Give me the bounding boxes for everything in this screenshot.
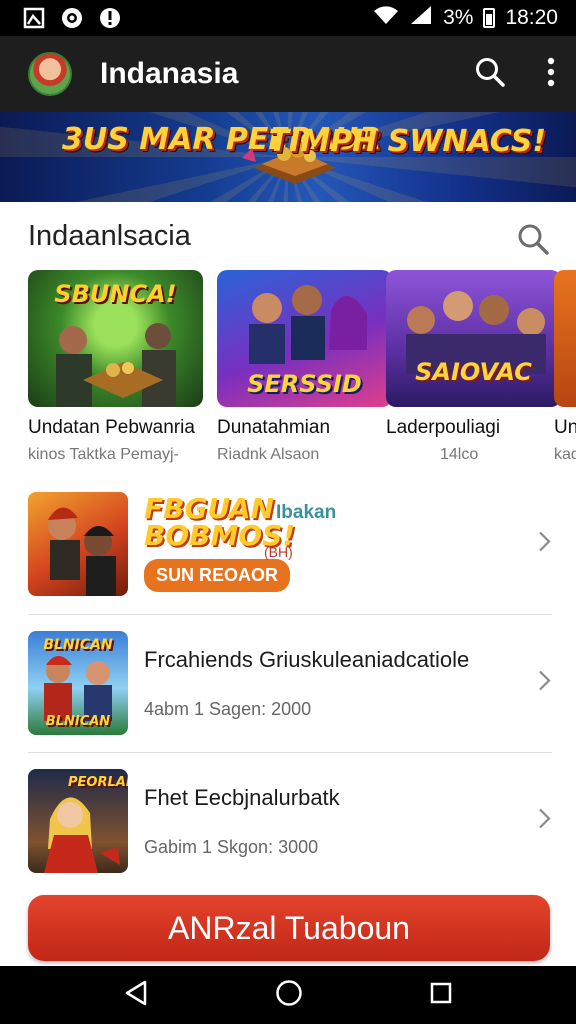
card-subtitle: kinos Taktka Pemayj- xyxy=(28,446,179,463)
game-card[interactable]: SERSSID Dunatahmian Riadnk Alsaon xyxy=(217,270,392,464)
card-title: Dunatahmian xyxy=(217,417,331,438)
chevron-right-icon xyxy=(538,531,552,558)
chevron-right-icon xyxy=(538,670,552,697)
status-bar: 3% 18:20 xyxy=(0,0,576,36)
game-thumbnail: PEORLAN xyxy=(28,769,128,873)
battery-icon xyxy=(483,8,496,28)
game-thumbnail: BLNICAN BLNICAN xyxy=(28,631,128,735)
home-icon[interactable] xyxy=(275,979,303,1012)
thumbnail-title: SERSSID xyxy=(247,370,362,398)
thumbnail-title: SBUNCA! xyxy=(54,280,177,308)
list-item[interactable]: BLNICAN BLNICAN Frcahiends Griuskuleania… xyxy=(28,630,552,736)
more-vert-icon[interactable] xyxy=(546,57,556,92)
game-thumbnail: SAIOVAC xyxy=(386,270,561,407)
list-item-title: Fhet Eecbjnalurbatk xyxy=(144,784,340,810)
back-icon[interactable] xyxy=(123,979,149,1012)
game-thumbnail: SBUNCA! xyxy=(28,270,203,407)
section-search-icon[interactable] xyxy=(516,222,550,261)
promo-tag: SUN REOAOR xyxy=(144,559,291,593)
avatar[interactable] xyxy=(28,52,72,96)
clock: 18:20 xyxy=(505,6,558,29)
photo-notification-icon xyxy=(22,6,46,30)
promo-side-label: Ibakan xyxy=(276,501,337,523)
search-icon[interactable] xyxy=(474,56,506,93)
thumbnail-title: SAIOVAC xyxy=(415,358,532,386)
list-item-meta: 4abm 1 Sagen: 2000 xyxy=(144,698,312,719)
game-thumbnail xyxy=(554,270,576,407)
wifi-icon xyxy=(373,5,399,31)
recents-icon[interactable] xyxy=(429,981,453,1010)
game-thumbnail: SERSSID xyxy=(217,270,392,407)
record-notification-icon xyxy=(60,6,84,30)
divider xyxy=(28,614,552,615)
promo-banner[interactable]: 3US MAR PEERAUR TIMPH SWNACS! xyxy=(0,112,576,202)
card-subtitle: Riadnk Alsaon xyxy=(217,446,320,463)
promo-badge: (BH) xyxy=(264,543,293,560)
chevron-right-icon xyxy=(538,808,552,835)
app-bar: Indanasia xyxy=(0,36,576,112)
card-title: Un xyxy=(554,417,576,438)
card-subtitle: 14lco xyxy=(440,446,479,463)
banner-right-text: TIMPH SWNACS! xyxy=(268,124,546,159)
signal-icon xyxy=(409,5,433,31)
promo-list-item[interactable]: FBGUAN BOBMOS! Ibakan (BH) SUN REOAOR xyxy=(28,490,552,598)
card-subtitle: kad xyxy=(554,446,576,463)
primary-action-button[interactable]: ANRzal Tuaboun xyxy=(28,895,550,961)
list-item[interactable]: PEORLAN Fhet Eecbjnalurbatk Gabim 1 Skgo… xyxy=(28,768,552,874)
game-card-carousel[interactable]: SBUNCA! Undatan Pebwanria kinos Taktka P… xyxy=(28,270,576,470)
system-nav-bar xyxy=(0,966,576,1024)
card-title: Laderpouliagi xyxy=(386,417,501,438)
divider xyxy=(28,752,552,753)
game-card[interactable]: Un kad xyxy=(554,270,576,464)
alert-notification-icon xyxy=(98,6,122,30)
app-title: Indanasia xyxy=(100,57,239,90)
promo-title: FBGUAN BOBMOS! xyxy=(144,491,296,552)
game-card[interactable]: SBUNCA! Undatan Pebwanria kinos Taktka P… xyxy=(28,270,203,464)
promo-thumbnail xyxy=(28,492,128,596)
game-card[interactable]: SAIOVAC Laderpouliagi 14lco xyxy=(386,270,561,464)
section-title: Indaanlsacia xyxy=(28,220,191,252)
list-item-meta: Gabim 1 Skgon: 3000 xyxy=(144,836,319,857)
card-title: Undatan Pebwanria xyxy=(28,417,195,438)
thumbnail-subtitle: BLNICAN xyxy=(45,714,111,729)
battery-percent: 3% xyxy=(443,6,474,29)
list-item-title: Frcahiends Griuskuleaniadcatiole xyxy=(144,646,470,672)
